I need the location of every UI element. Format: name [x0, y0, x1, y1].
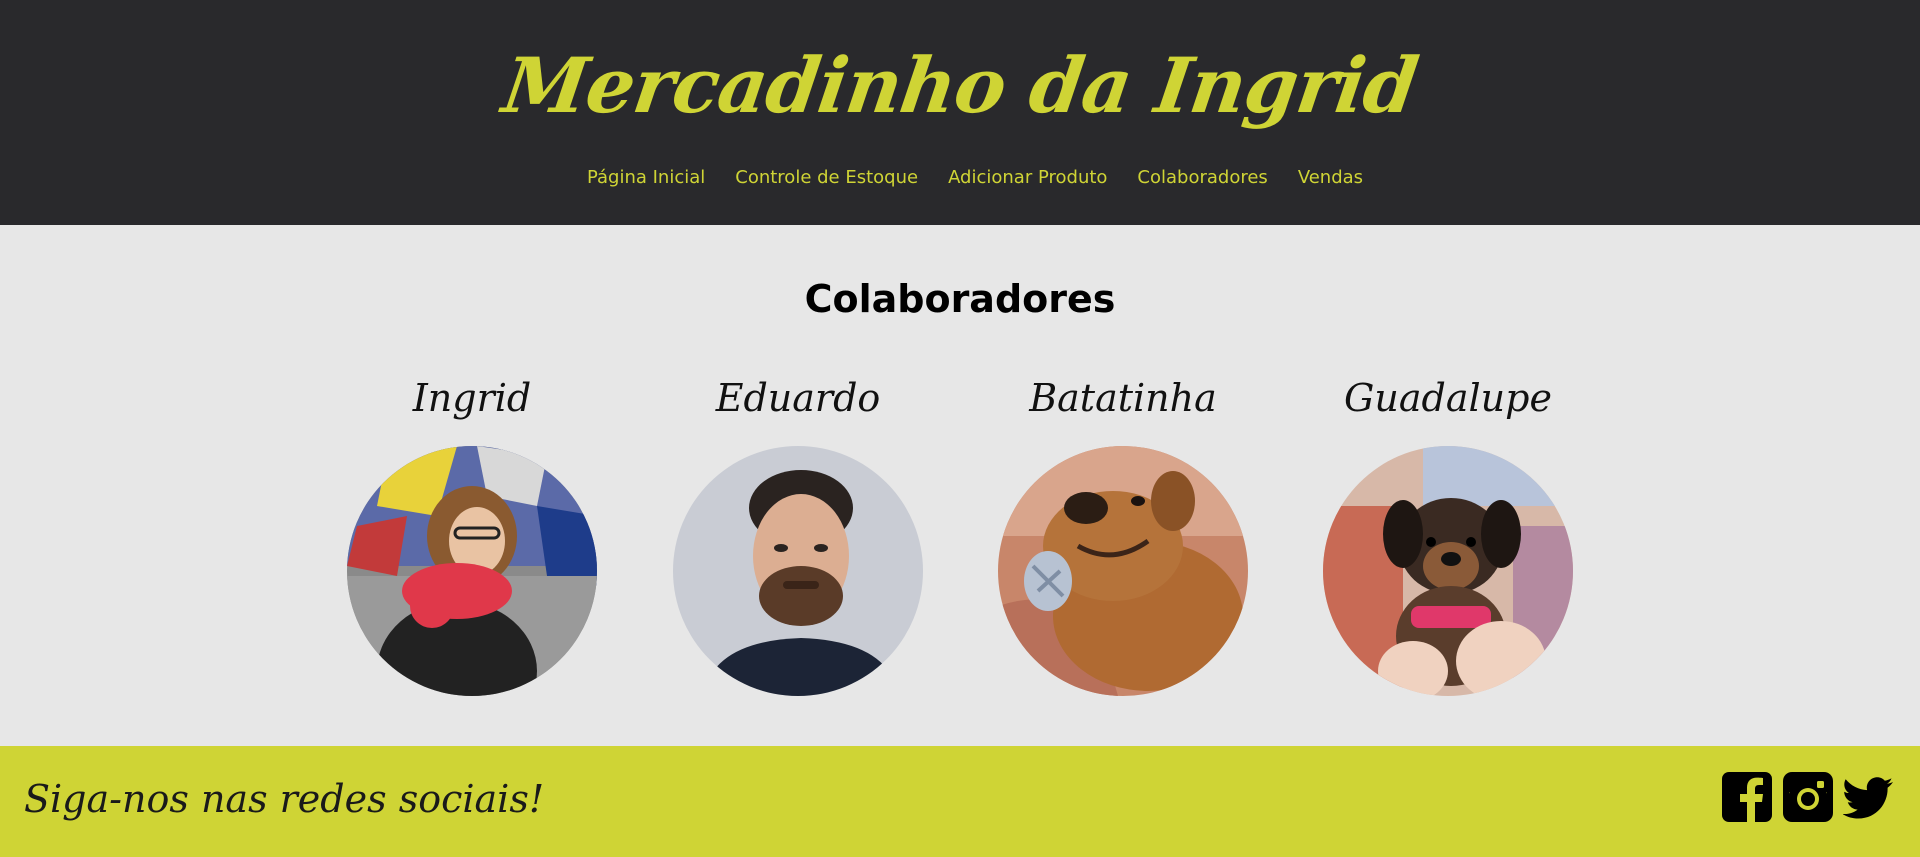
- instagram-icon[interactable]: [1783, 772, 1833, 822]
- member-card: Guadalupe: [1323, 370, 1573, 696]
- member-photo: [1323, 446, 1573, 696]
- site-footer: Siga-nos nas redes sociais!: [0, 746, 1920, 857]
- page-title: Colaboradores: [804, 277, 1116, 321]
- member-name: Eduardo: [715, 376, 881, 420]
- nav-link-add-product[interactable]: Adicionar Produto: [948, 164, 1107, 192]
- member-card: Ingrid: [347, 370, 597, 696]
- member-photo: [673, 446, 923, 696]
- footer-tagline: Siga-nos nas redes sociais!: [24, 777, 545, 821]
- member-card: Batatinha: [998, 370, 1248, 696]
- nav-link-collaborators[interactable]: Colaboradores: [1137, 164, 1267, 192]
- member-card: Eduardo: [673, 370, 923, 696]
- member-name: Batatinha: [1029, 376, 1217, 420]
- nav-link-inventory[interactable]: Controle de Estoque: [735, 164, 918, 192]
- site-header: Mercadinho da Ingrid Página Inicial Cont…: [0, 0, 1920, 225]
- facebook-icon[interactable]: [1722, 772, 1772, 822]
- nav-link-sales[interactable]: Vendas: [1298, 164, 1363, 192]
- member-name: Ingrid: [412, 376, 532, 420]
- member-name: Guadalupe: [1344, 376, 1552, 420]
- twitter-icon[interactable]: [1842, 772, 1893, 822]
- nav-link-home[interactable]: Página Inicial: [587, 164, 705, 192]
- site-title: Mercadinho da Ingrid: [497, 41, 1423, 130]
- member-photo: [998, 446, 1248, 696]
- main-nav: Página Inicial Controle de Estoque Adici…: [0, 164, 1920, 192]
- member-photo: [347, 446, 597, 696]
